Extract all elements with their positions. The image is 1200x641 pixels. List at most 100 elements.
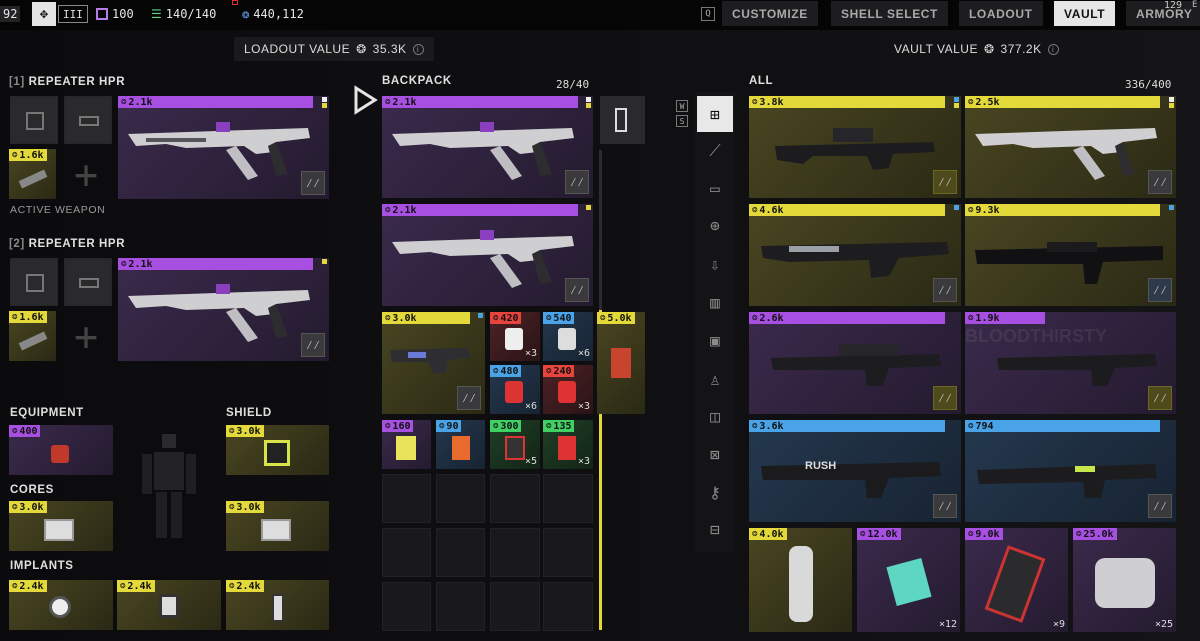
attachment-button[interactable]: ⁄⁄ xyxy=(933,170,957,194)
vault-item-10[interactable]: ❂ 12.0k ×12 xyxy=(857,528,960,632)
body-icon xyxy=(615,108,627,132)
backpack-consumable-3[interactable]: ❂ 480 ×6 xyxy=(490,365,540,414)
weapon-1-mag-slot[interactable] xyxy=(64,96,112,144)
price-tag: ❂ 4.0k xyxy=(749,528,787,540)
weapon-2-card[interactable]: ❂ 2.1k ⁄⁄ xyxy=(118,258,329,361)
weapon-1-card[interactable]: ❂ 2.1k ⁄⁄ xyxy=(118,96,329,199)
shell-filter-button[interactable] xyxy=(600,96,645,144)
backpack-weapon-2[interactable]: ❂ 2.1k ⁄⁄ xyxy=(382,204,593,306)
vault-item-2[interactable]: ❂ 2.5k ⁄⁄ xyxy=(965,96,1176,198)
backpack-scroll-track[interactable] xyxy=(599,150,602,310)
tab-vault[interactable]: VAULT xyxy=(1054,1,1116,26)
weapon-2-mag-slot[interactable] xyxy=(64,258,112,306)
item-image xyxy=(505,381,523,403)
active-weapon-label: ACTIVE WEAPON xyxy=(10,204,106,216)
vault-item-9[interactable]: ❂ 4.0k xyxy=(749,528,852,632)
weapon-2-heading: [2] REPEATER HPR xyxy=(9,238,126,250)
empty-slot[interactable] xyxy=(436,528,485,577)
attachment-button[interactable]: ⁄⁄ xyxy=(301,333,325,357)
implant-card-1[interactable]: ❂ 2.4k xyxy=(9,580,113,630)
empty-slot[interactable] xyxy=(543,474,593,523)
backpack-consumable-2[interactable]: ❂ 540 ×6 xyxy=(543,312,593,361)
tab-shell-select[interactable]: SHELL SELECT xyxy=(831,1,948,26)
price-tag: ❂ 1.6k xyxy=(9,149,47,161)
core-card-2[interactable]: ❂ 3.0k xyxy=(226,501,329,551)
empty-slot[interactable] xyxy=(543,528,593,577)
empty-slot[interactable] xyxy=(382,582,431,631)
implant-card-2[interactable]: ❂ 2.4k xyxy=(117,580,221,630)
w-key-hint: W xyxy=(676,100,688,112)
stat-a: 100 xyxy=(96,7,134,21)
backpack-consumable-8[interactable]: ❂ 135 ×3 xyxy=(543,420,593,469)
backpack-consumable-6[interactable]: ❂ 90 xyxy=(436,420,485,469)
vault-item-3[interactable]: ❂ 4.6k ⁄⁄ xyxy=(749,204,961,306)
category-chip[interactable]: ▣ xyxy=(697,322,733,358)
implants-heading: IMPLANTS xyxy=(10,560,74,572)
equipment-card[interactable]: ❂ 400 xyxy=(9,425,113,475)
vault-item-6[interactable]: ❂ 1.9k BLOODTHIRSTY ⁄⁄ xyxy=(965,312,1176,414)
empty-slot[interactable] xyxy=(490,582,540,631)
implant-card-3[interactable]: ❂ 2.4k xyxy=(226,580,329,630)
empty-slot[interactable] xyxy=(436,582,485,631)
empty-mod-slot[interactable]: + xyxy=(74,155,98,195)
category-key[interactable]: ⚷ xyxy=(697,474,733,510)
weapon-2-chip-slot[interactable] xyxy=(10,258,58,306)
backpack-smg[interactable]: ❂ 3.0k ⁄⁄ xyxy=(382,312,485,414)
core-card-1[interactable]: ❂ 3.0k xyxy=(9,501,113,551)
chip-image xyxy=(886,558,932,606)
backpack-tall-item[interactable]: ❂ 5.0k xyxy=(597,312,645,414)
vault-item-1[interactable]: ❂ 3.8k ⁄⁄ xyxy=(749,96,961,198)
attachment-button[interactable]: ⁄⁄ xyxy=(565,170,589,194)
backpack-consumable-5[interactable]: ❂ 160 xyxy=(382,420,431,469)
attachment-button[interactable]: ⁄⁄ xyxy=(1148,278,1172,302)
shield-card[interactable]: ❂ 3.0k xyxy=(226,425,329,475)
vault-item-4[interactable]: ❂ 9.3k ⁄⁄ xyxy=(965,204,1176,306)
price-tag: ❂ 3.6k xyxy=(749,420,945,432)
attachment-button[interactable]: ⁄⁄ xyxy=(933,386,957,410)
category-core[interactable]: ◫ xyxy=(697,398,733,434)
info-icon[interactable]: i xyxy=(1047,43,1059,55)
backpack-consumable-1[interactable]: ❂ 420 ×3 xyxy=(490,312,540,361)
vault-item-5[interactable]: ❂ 2.6k ⁄⁄ xyxy=(749,312,961,414)
category-all[interactable]: ⊞ xyxy=(697,96,733,132)
attachment-button[interactable]: ⁄⁄ xyxy=(1148,170,1172,194)
backpack-consumable-4[interactable]: ❂ 240 ×3 xyxy=(543,365,593,414)
attachment-button[interactable]: ⁄⁄ xyxy=(1148,386,1172,410)
category-syringe[interactable]: ⟋ xyxy=(697,133,733,169)
weapon-2-mod[interactable]: ❂ 1.6k xyxy=(9,311,56,361)
vault-item-8[interactable]: ❂ 794 ⁄⁄ xyxy=(965,420,1176,522)
attachment-button[interactable]: ⁄⁄ xyxy=(565,278,589,302)
attachment-button[interactable]: ⁄⁄ xyxy=(1148,494,1172,518)
empty-slot[interactable] xyxy=(543,582,593,631)
empty-slot[interactable] xyxy=(382,528,431,577)
empty-mod-slot[interactable]: + xyxy=(74,317,98,357)
category-canister[interactable]: ▭ xyxy=(697,170,733,206)
backpack-weapon-1[interactable]: ❂ 2.1k ⁄⁄ xyxy=(382,96,593,198)
attachment-button[interactable]: ⁄⁄ xyxy=(301,171,325,195)
empty-slot[interactable] xyxy=(382,474,431,523)
weapon-1-mod[interactable]: ❂ 1.6k xyxy=(9,149,56,199)
vault-item-11[interactable]: ❂ 9.0k ×9 xyxy=(965,528,1068,632)
tab-loadout[interactable]: LOADOUT xyxy=(959,1,1043,26)
tab-armory[interactable]: ARMORY xyxy=(1126,1,1200,26)
vault-item-12[interactable]: ❂ 25.0k ×25 xyxy=(1073,528,1176,632)
weapon-1-chip-slot[interactable] xyxy=(10,96,58,144)
category-download[interactable]: ⇩ xyxy=(697,246,733,282)
attachment-button[interactable]: ⁄⁄ xyxy=(933,494,957,518)
category-ammo[interactable]: ▥ xyxy=(697,284,733,320)
empty-slot[interactable] xyxy=(436,474,485,523)
attachment-button[interactable]: ⁄⁄ xyxy=(933,278,957,302)
empty-slot[interactable] xyxy=(490,528,540,577)
info-icon[interactable]: i xyxy=(412,43,424,55)
category-medkit[interactable]: ⊕ xyxy=(697,207,733,243)
backpack-consumable-7[interactable]: ❂ 300 ×5 xyxy=(490,420,540,469)
price-tag: ❂ 2.4k xyxy=(9,580,47,592)
dpad-icon[interactable]: ✥ xyxy=(32,2,56,26)
vault-item-7[interactable]: ❂ 3.6k RUSH ⁄⁄ xyxy=(749,420,961,522)
tab-customize[interactable]: CUSTOMIZE xyxy=(722,1,818,26)
category-case[interactable]: ⊟ xyxy=(697,511,733,547)
attachment-button[interactable]: ⁄⁄ xyxy=(457,386,481,410)
category-body[interactable]: ♙ xyxy=(697,361,733,397)
category-cross-box[interactable]: ⊠ xyxy=(697,436,733,472)
empty-slot[interactable] xyxy=(490,474,540,523)
